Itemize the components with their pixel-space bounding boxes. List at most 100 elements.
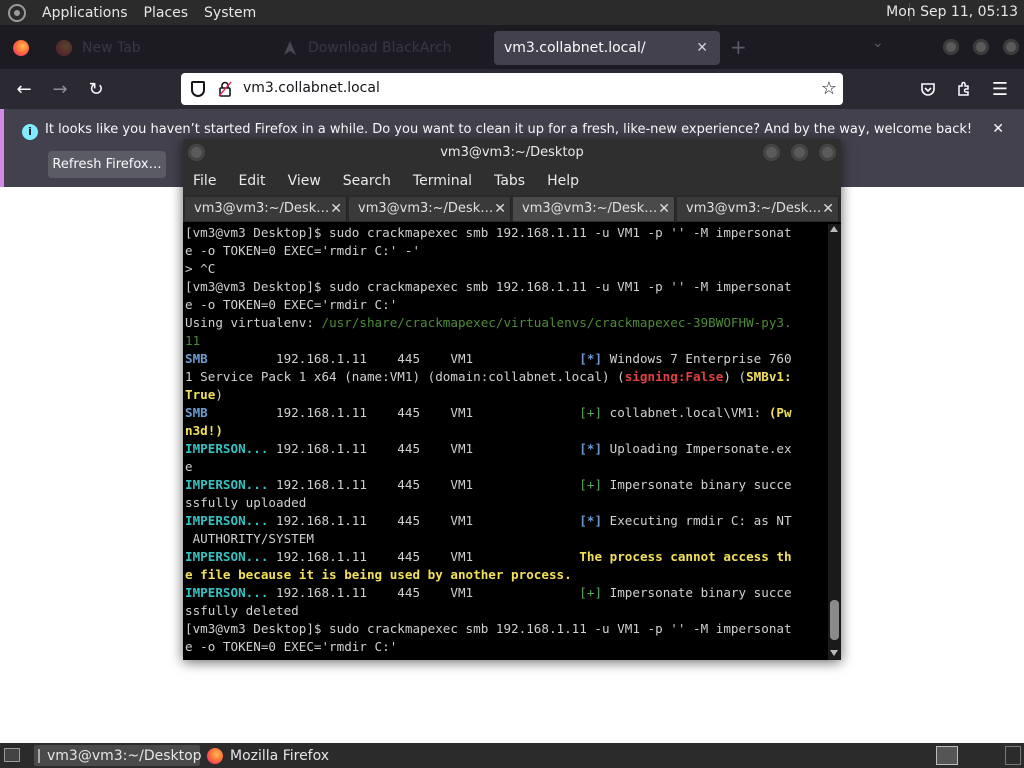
bookmark-star-icon[interactable]: ☆ (821, 78, 837, 99)
terminal-text: 192.168.1.11 445 VM1 (207, 405, 580, 420)
distro-logo-icon[interactable] (8, 3, 26, 22)
reload-icon[interactable]: ↻ (84, 77, 108, 101)
clock[interactable]: Mon Sep 11, 05:13 (886, 4, 1018, 20)
tab-label: vm3.collabnet.local/ (504, 40, 646, 56)
menu-tabs[interactable]: Tabs (494, 173, 525, 189)
terminal-line: AUTHORITY/SYSTEM (185, 530, 828, 548)
taskbar-label: vm3@vm3:~/Desktop (47, 747, 202, 764)
browser-tab-new-tab[interactable]: New Tab (46, 31, 268, 65)
menu-terminal[interactable]: Terminal (413, 173, 472, 189)
firefox-view-button[interactable] (4, 31, 38, 65)
terminal-text: Impersonate binary succe (602, 585, 792, 600)
address-bar[interactable]: vm3.collabnet.local ☆ (181, 73, 843, 105)
url-text[interactable]: vm3.collabnet.local (243, 80, 380, 96)
browser-tab-blackarch[interactable]: Download BlackArch (272, 31, 494, 65)
terminal-text: n3d!) (185, 423, 223, 438)
taskbar-item-firefox[interactable]: Mozilla Firefox (203, 745, 403, 766)
terminal-titlebar[interactable]: vm3@vm3:~/Desktop (183, 139, 841, 166)
terminal-tab-label: vm3@vm3:~/Desk… (686, 201, 822, 216)
tab-label: New Tab (82, 40, 141, 56)
terminal-tab[interactable]: vm3@vm3:~/Desk… ✕ (185, 197, 347, 221)
minimize-window-icon[interactable] (943, 39, 959, 55)
list-tabs-chevron-icon[interactable]: ⌄ (872, 35, 884, 51)
info-icon: i (22, 124, 38, 140)
terminal-text: ssfully deleted (185, 603, 299, 618)
hamburger-menu-icon[interactable]: ☰ (988, 77, 1012, 101)
minimize-window-icon[interactable] (763, 144, 780, 161)
menu-help[interactable]: Help (547, 173, 579, 189)
terminal-text: e file because it is being used by anoth… (185, 567, 572, 582)
blackarch-icon (284, 41, 296, 55)
taskbar-item-terminal[interactable]: vm3@vm3:~/Desktop (34, 745, 202, 766)
terminal-text: IMPERSON... (185, 513, 269, 528)
terminal-text: IMPERSON... (185, 585, 269, 600)
window-menu-icon[interactable] (188, 144, 205, 161)
terminal-text: collabnet.local\VM1: (602, 405, 769, 420)
terminal-text: Impersonate binary succe (602, 477, 792, 492)
refresh-firefox-button[interactable]: Refresh Firefox… (48, 151, 166, 178)
terminal-scrollbar[interactable] (828, 224, 841, 660)
terminal-line: ssfully uploaded (185, 494, 828, 512)
scroll-down-icon[interactable] (830, 650, 838, 656)
pocket-icon[interactable] (920, 81, 936, 97)
close-tab-icon[interactable]: ✕ (658, 197, 670, 221)
scrollbar-thumb[interactable] (830, 600, 839, 640)
terminal-text: e (185, 459, 193, 474)
terminal-text: 192.168.1.11 445 VM1 (268, 441, 580, 456)
terminal-tab-label: vm3@vm3:~/Desk… (194, 201, 330, 216)
close-tab-icon[interactable]: ✕ (330, 197, 342, 221)
maximize-window-icon[interactable] (791, 144, 808, 161)
menu-file[interactable]: File (193, 173, 216, 189)
menu-view[interactable]: View (288, 173, 321, 189)
terminal-line: 11 (185, 332, 828, 350)
terminal-window: vm3@vm3:~/Desktop File Edit View Search … (183, 139, 841, 660)
menu-system[interactable]: System (196, 5, 264, 21)
workspace-switcher-1[interactable] (936, 746, 958, 765)
forward-arrow-icon[interactable]: → (48, 77, 72, 101)
terminal-title: vm3@vm3:~/Desktop (440, 145, 584, 160)
close-notification-icon[interactable]: ✕ (992, 121, 1004, 137)
menu-edit[interactable]: Edit (238, 173, 265, 189)
terminal-line: IMPERSON... 192.168.1.11 445 VM1 [+] Imp… (185, 584, 828, 602)
terminal-line: > ^C (185, 260, 828, 278)
terminal-text: 11 (185, 333, 201, 348)
browser-tab-vm3[interactable]: vm3.collabnet.local/ ✕ (494, 31, 720, 65)
terminal-tab-label: vm3@vm3:~/Desk… (522, 201, 658, 216)
terminal-line: e -o TOKEN=0 EXEC='rmdir C:' (185, 638, 828, 656)
terminal-line: Using virtualenv: /usr/share/crackmapexe… (185, 314, 828, 332)
close-tab-icon[interactable]: ✕ (696, 40, 708, 56)
terminal-text: e -o TOKEN=0 EXEC='rmdir C:' (185, 639, 398, 654)
connection-info-icon[interactable] (218, 81, 232, 97)
close-tab-icon[interactable]: ✕ (822, 197, 834, 221)
maximize-window-icon[interactable] (973, 39, 989, 55)
terminal-text: [vm3@vm3 Desktop]$ sudo crackmapexec smb… (185, 621, 792, 636)
close-window-icon[interactable] (819, 144, 836, 161)
terminal-tab[interactable]: vm3@vm3:~/Desk… ✕ (677, 197, 839, 221)
new-tab-icon[interactable]: + (730, 35, 747, 59)
terminal-line: 1 Service Pack 1 x64 (name:VM1) (domain:… (185, 368, 828, 386)
extensions-puzzle-icon[interactable] (956, 81, 972, 97)
tracking-protection-shield-icon[interactable] (191, 81, 205, 97)
close-window-icon[interactable] (1003, 39, 1019, 55)
taskbar-label: Mozilla Firefox (230, 747, 330, 764)
terminal-text: ) ( (723, 369, 747, 384)
scroll-up-icon[interactable] (830, 226, 838, 232)
close-tab-icon[interactable]: ✕ (494, 197, 506, 221)
show-desktop-icon[interactable] (4, 748, 20, 762)
terminal-text: [*] (579, 513, 603, 528)
menu-places[interactable]: Places (136, 5, 197, 21)
terminal-line: [vm3@vm3 Desktop]$ sudo crackmapexec smb… (185, 278, 828, 296)
terminal-line: n3d!) (185, 422, 828, 440)
terminal-tab[interactable]: vm3@vm3:~/Desk… ✕ (349, 197, 511, 221)
terminal-text: [vm3@vm3 Desktop]$ sudo crackmapexec smb… (185, 225, 792, 240)
terminal-line: IMPERSON... 192.168.1.11 445 VM1 [*] Exe… (185, 512, 828, 530)
menu-search[interactable]: Search (343, 173, 391, 189)
terminal-text: True (185, 387, 216, 402)
terminal-text: [vm3@vm3 Desktop]$ sudo crackmapexec smb… (185, 279, 792, 294)
back-arrow-icon[interactable]: ← (12, 77, 36, 101)
firefox-icon (13, 40, 29, 56)
terminal-output[interactable]: [vm3@vm3 Desktop]$ sudo crackmapexec smb… (183, 224, 828, 660)
menu-applications[interactable]: Applications (34, 5, 136, 21)
workspace-switcher-2[interactable] (1005, 746, 1021, 765)
terminal-tab-active[interactable]: vm3@vm3:~/Desk… ✕ (513, 197, 675, 221)
